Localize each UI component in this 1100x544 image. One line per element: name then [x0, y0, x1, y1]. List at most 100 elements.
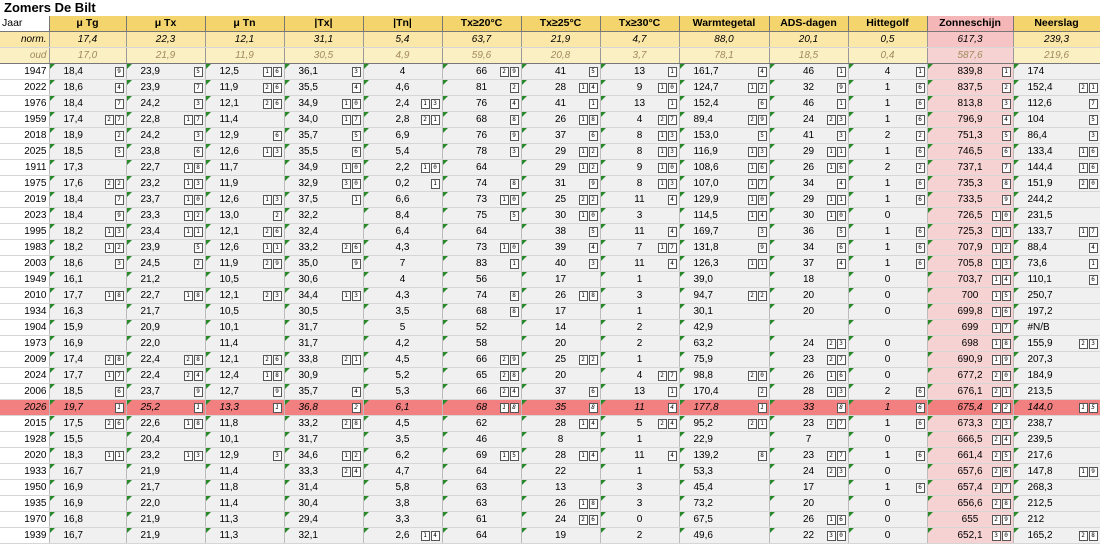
data-cell[interactable]: 22,6 1 8: [126, 415, 206, 432]
data-cell[interactable]: 35,7 4: [284, 383, 364, 400]
data-cell[interactable]: 46: [442, 431, 522, 448]
year-cell[interactable]: 1950: [0, 479, 50, 496]
year-cell[interactable]: 2025: [0, 143, 50, 160]
data-cell[interactable]: 41 3: [769, 127, 849, 144]
data-cell[interactable]: 16: [848, 143, 928, 160]
data-cell[interactable]: 22,4 2 4: [126, 367, 206, 384]
data-cell[interactable]: 4: [363, 271, 443, 288]
data-cell[interactable]: 10,1: [205, 319, 285, 336]
year-cell[interactable]: 1928: [0, 431, 50, 448]
data-cell[interactable]: 35,7 5: [284, 127, 364, 144]
data-cell[interactable]: 707,9 1 2: [927, 239, 1014, 256]
data-cell[interactable]: 244,2: [1013, 191, 1100, 208]
data-cell[interactable]: 13: [521, 479, 601, 496]
data-cell[interactable]: 17: [521, 303, 601, 320]
data-cell[interactable]: 21,9: [126, 527, 206, 544]
data-cell[interactable]: 6,1: [363, 399, 443, 416]
data-cell[interactable]: 65 2 8: [442, 367, 522, 384]
row-label[interactable]: oud: [0, 47, 50, 64]
year-cell[interactable]: 2023: [0, 207, 50, 224]
data-cell[interactable]: 37 6: [521, 127, 601, 144]
data-cell[interactable]: 144,4 1 6: [1013, 159, 1100, 176]
year-cell[interactable]: 2010: [0, 287, 50, 304]
data-cell[interactable]: 15,5: [49, 431, 127, 448]
data-cell[interactable]: 20: [769, 303, 849, 320]
data-cell[interactable]: 110,1 6: [1013, 271, 1100, 288]
data-cell[interactable]: 161,7 4: [679, 63, 770, 80]
data-cell[interactable]: 18,3 1 1: [49, 447, 127, 464]
data-cell[interactable]: 39 4: [521, 239, 601, 256]
data-cell[interactable]: 11,3: [205, 511, 285, 528]
summary-cell[interactable]: 5,4: [363, 31, 443, 48]
data-cell[interactable]: 11,3: [205, 527, 285, 544]
data-cell[interactable]: 22,0: [126, 495, 206, 512]
data-cell[interactable]: 66 2 9: [442, 63, 522, 80]
data-cell[interactable]: 76 4: [442, 95, 522, 112]
data-cell[interactable]: 22,7 1 8: [126, 287, 206, 304]
data-cell[interactable]: 4,7: [363, 463, 443, 480]
data-cell[interactable]: 30,5: [284, 303, 364, 320]
data-cell[interactable]: 74 8: [442, 287, 522, 304]
data-cell[interactable]: 139,2 8: [679, 447, 770, 464]
data-cell[interactable]: 21,2: [126, 271, 206, 288]
data-cell[interactable]: 29 1 1: [769, 143, 849, 160]
data-cell[interactable]: 17: [521, 271, 601, 288]
data-cell[interactable]: 23,4 1 1: [126, 223, 206, 240]
data-cell[interactable]: 147,8 1 9: [1013, 463, 1100, 480]
year-cell[interactable]: 2003: [0, 255, 50, 272]
data-cell[interactable]: 155,9 2 3: [1013, 335, 1100, 352]
data-cell[interactable]: 0: [848, 207, 928, 224]
data-cell[interactable]: 40 3: [521, 255, 601, 272]
data-cell[interactable]: 16: [848, 415, 928, 432]
data-cell[interactable]: 29,4: [284, 511, 364, 528]
data-cell[interactable]: 107,0 1 7: [679, 175, 770, 192]
data-cell[interactable]: 1: [600, 271, 680, 288]
data-cell[interactable]: 23,8 6: [126, 143, 206, 160]
data-cell[interactable]: 3: [600, 287, 680, 304]
data-cell[interactable]: 17,7 1 7: [49, 367, 127, 384]
year-cell[interactable]: 1975: [0, 175, 50, 192]
data-cell[interactable]: 34 6: [769, 239, 849, 256]
data-cell[interactable]: 66 2 4: [442, 383, 522, 400]
year-cell[interactable]: 1983: [0, 239, 50, 256]
data-cell[interactable]: 35,5 4: [284, 79, 364, 96]
data-cell[interactable]: 657,6 2 6: [927, 463, 1014, 480]
data-cell[interactable]: 25,2 1: [126, 399, 206, 416]
data-cell[interactable]: 0: [848, 303, 928, 320]
data-cell[interactable]: 67,5: [679, 511, 770, 528]
data-cell[interactable]: 20,9: [126, 319, 206, 336]
data-cell[interactable]: 18,4 7: [49, 95, 127, 112]
year-cell[interactable]: 1935: [0, 495, 50, 512]
data-cell[interactable]: 11,4: [205, 463, 285, 480]
summary-cell[interactable]: 587,6: [927, 47, 1014, 64]
data-cell[interactable]: 62: [442, 415, 522, 432]
data-cell[interactable]: 0: [848, 351, 928, 368]
data-cell[interactable]: 33 8: [769, 399, 849, 416]
data-cell[interactable]: 26 1 8: [521, 287, 601, 304]
data-cell[interactable]: 13,3 1: [205, 399, 285, 416]
data-cell[interactable]: 165,2 2 8: [1013, 527, 1100, 544]
summary-cell[interactable]: 59,6: [442, 47, 522, 64]
data-cell[interactable]: 153,0 5: [679, 127, 770, 144]
data-cell[interactable]: 73,2: [679, 495, 770, 512]
data-cell[interactable]: 184,9: [1013, 367, 1100, 384]
data-cell[interactable]: 30 1 0: [521, 207, 601, 224]
data-cell[interactable]: 75,9: [679, 351, 770, 368]
summary-cell[interactable]: 17,0: [49, 47, 127, 64]
data-cell[interactable]: 131,8 9: [679, 239, 770, 256]
data-cell[interactable]: 83 1: [442, 255, 522, 272]
data-cell[interactable]: 33,2 2 6: [284, 239, 364, 256]
summary-cell[interactable]: 0,5: [848, 31, 928, 48]
data-cell[interactable]: 28 1 3: [769, 383, 849, 400]
data-cell[interactable]: 21,9: [126, 511, 206, 528]
summary-cell[interactable]: 18,5: [769, 47, 849, 64]
data-cell[interactable]: 39,0: [679, 271, 770, 288]
data-cell[interactable]: 12,6 1 1: [205, 239, 285, 256]
data-cell[interactable]: 18,5 5: [49, 143, 127, 160]
summary-cell[interactable]: 0,4: [848, 47, 928, 64]
data-cell[interactable]: 4,6: [363, 79, 443, 96]
data-cell[interactable]: 18,6 4: [49, 79, 127, 96]
data-cell[interactable]: 18,2 1 3: [49, 223, 127, 240]
data-cell[interactable]: 35,5 6: [284, 143, 364, 160]
data-cell[interactable]: 129,9 1 0: [679, 191, 770, 208]
